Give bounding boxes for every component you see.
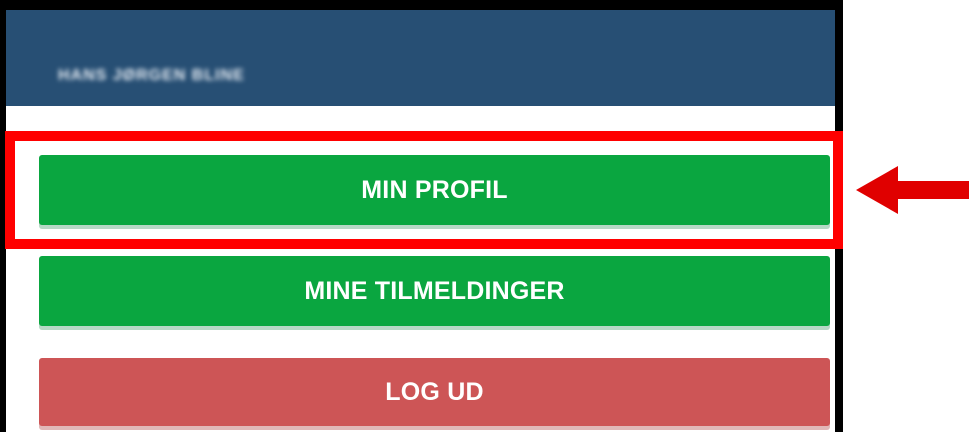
- logout-button[interactable]: LOG UD: [39, 358, 830, 426]
- my-profile-button[interactable]: MIN PROFIL: [39, 155, 830, 225]
- user-name: HANS JØRGEN BLINE: [58, 67, 245, 84]
- my-registrations-button[interactable]: MINE TILMELDINGER: [39, 256, 830, 326]
- account-header: HANS JØRGEN BLINE: [6, 10, 835, 106]
- left-arrow-icon: [856, 166, 969, 214]
